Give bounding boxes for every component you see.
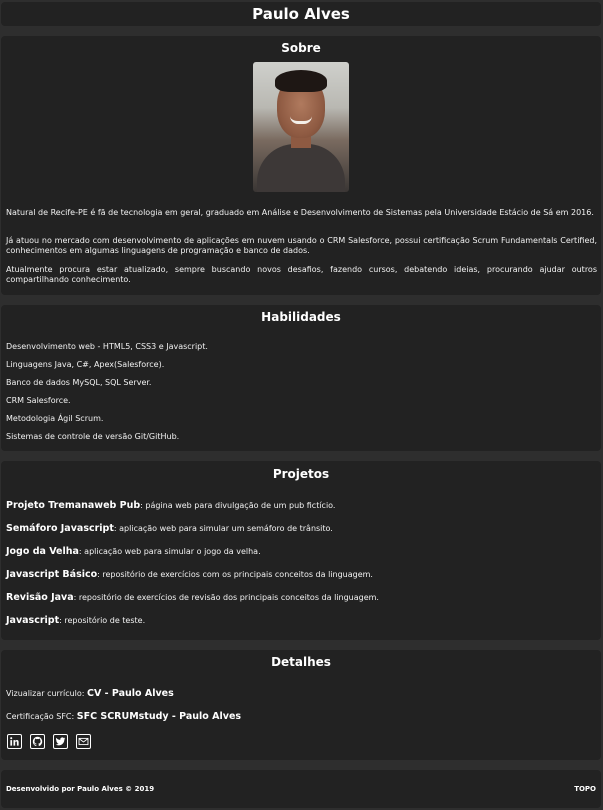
project-description: : aplicação web para simular o jogo da v… (78, 547, 261, 556)
project-item: Semáforo Javascript: aplicação web para … (6, 524, 333, 534)
project-description: : repositório de exercícios com os princ… (97, 570, 373, 579)
project-description: : repositório de teste. (59, 616, 146, 625)
project-link[interactable]: Revisão Java (6, 592, 74, 603)
detalhes-title: Detalhes (271, 655, 331, 669)
project-link[interactable]: Javascript (6, 615, 59, 626)
project-link[interactable]: Javascript Básico (6, 569, 97, 580)
project-link[interactable]: Semáforo Javascript (6, 523, 114, 534)
header: Paulo Alves (1, 2, 601, 26)
footer: Desenvolvido por Paulo Alves © 2019 TOPO (1, 770, 601, 808)
cv-label: Vizualizar currículo: (6, 689, 88, 698)
profile-photo (253, 62, 349, 192)
back-to-top-link[interactable]: TOPO (574, 785, 596, 793)
detalhes-section: Detalhes Vizualizar currículo: CV - Paul… (1, 650, 601, 760)
cert-label: Certificação SFC: (6, 712, 77, 721)
project-description: : aplicação web para simular um semáforo… (113, 524, 333, 533)
project-description: : página web para divulgação de um pub f… (140, 501, 336, 510)
habilidades-section: Habilidades Desenvolvimento web - HTML5,… (1, 305, 601, 451)
email-icon[interactable] (76, 734, 91, 749)
sobre-title: Sobre (281, 41, 321, 55)
project-link[interactable]: Projeto Tremanaweb Pub (6, 500, 140, 511)
habilidades-title: Habilidades (261, 310, 341, 324)
sobre-paragraph: Natural de Recife-PE é fã de tecnologia … (6, 208, 594, 217)
cv-link[interactable]: CV - Paulo Alves (87, 688, 174, 699)
project-description: : repositório de exercícios de revisão d… (73, 593, 379, 602)
cert-row: Certificação SFC: SFC SCRUMstudy - Paulo… (6, 712, 241, 722)
sobre-paragraph: Atualmente procura estar atualizado, sem… (6, 265, 597, 284)
skill-item: Sistemas de controle de versão Git/GitHu… (6, 432, 180, 441)
skill-item: CRM Salesforce. (6, 396, 71, 405)
skill-item: Desenvolvimento web - HTML5, CSS3 e Java… (6, 342, 208, 351)
sobre-paragraph: Já atuou no mercado com desenvolvimento … (6, 236, 597, 255)
projetos-title: Projetos (272, 467, 330, 481)
footer-credit: Desenvolvido por Paulo Alves © 2019 (6, 785, 155, 793)
github-icon[interactable] (30, 734, 45, 749)
project-item: Jogo da Velha: aplicação web para simula… (6, 547, 261, 557)
page-title: Paulo Alves (252, 5, 350, 23)
projetos-section: Projetos Projeto Tremanaweb Pub: página … (1, 461, 601, 640)
skill-item: Banco de dados MySQL, SQL Server. (6, 378, 152, 387)
project-item: Revisão Java: repositório de exercícios … (6, 593, 379, 603)
project-item: Projeto Tremanaweb Pub: página web para … (6, 501, 335, 511)
cv-row: Vizualizar currículo: CV - Paulo Alves (6, 689, 174, 699)
project-item: Javascript: repositório de teste. (6, 616, 145, 626)
skill-item: Metodologia Ágil Scrum. (6, 414, 104, 423)
sobre-section: Sobre Natural de Recife-PE é fã de tecno… (1, 36, 601, 295)
project-link[interactable]: Jogo da Velha (6, 546, 79, 557)
linkedin-icon[interactable] (7, 734, 22, 749)
skill-item: Linguagens Java, C#, Apex(Salesforce). (6, 360, 165, 369)
cert-link[interactable]: SFC SCRUMstudy - Paulo Alves (77, 711, 241, 722)
twitter-icon[interactable] (53, 734, 68, 749)
social-links (7, 734, 91, 749)
project-item: Javascript Básico: repositório de exercí… (6, 570, 373, 580)
